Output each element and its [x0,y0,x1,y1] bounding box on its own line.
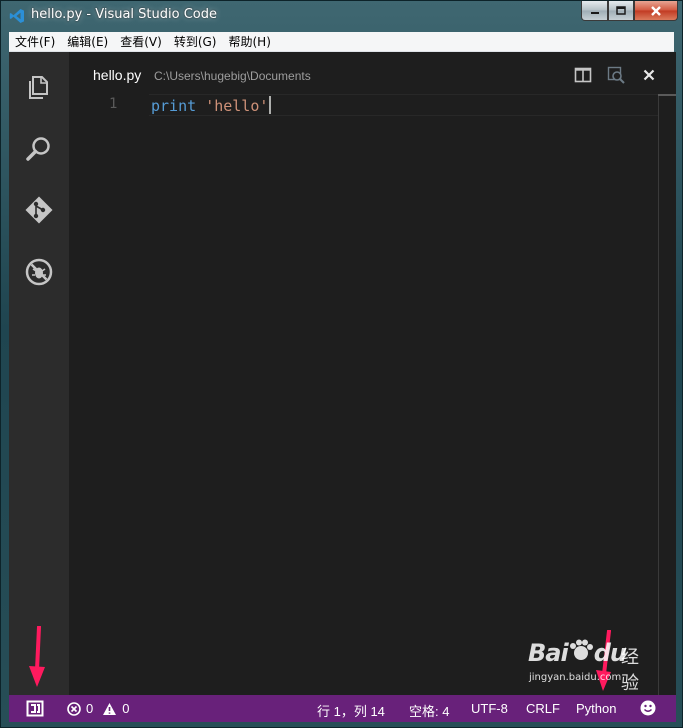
debug-icon[interactable] [24,257,54,287]
cursor-position[interactable]: 行 1，列 14 [317,701,385,720]
menu-goto[interactable]: 转到(G) [168,33,223,50]
git-icon[interactable] [24,195,54,225]
zen-mode-button[interactable] [26,700,44,717]
workbench: hello.py C:\Users\hugebig\Documents 1 pr… [9,52,676,722]
text-cursor [269,96,272,114]
menu-bar: 文件(F) 编辑(E) 查看(V) 转到(G) 帮助(H) [9,32,674,52]
feedback-button[interactable] [640,700,656,716]
file-path-label: C:\Users\hugebig\Documents [154,69,311,83]
menu-view[interactable]: 查看(V) [114,33,168,50]
close-window-button[interactable] [634,1,678,21]
line-ending-setting[interactable]: CRLF [526,701,560,716]
menu-help[interactable]: 帮助(H) [222,33,276,50]
language-mode[interactable]: Python [576,701,616,716]
minimize-icon [590,11,599,14]
caption-buttons [581,1,678,21]
app-window: hello.py - Visual Studio Code 文件(F) 编辑(E… [0,0,683,728]
error-icon [67,701,81,716]
file-name-label[interactable]: hello.py [93,67,141,83]
vscode-logo-icon [9,9,24,23]
error-count: 0 [86,701,94,716]
overview-ruler-marker [658,94,676,96]
status-bar: 0 0 行 1，列 14 空格: 4 UTF-8 CRLF Python [9,695,676,722]
window-title: hello.py - Visual Studio Code [31,7,217,22]
code-string: 'hello' [205,97,269,115]
warning-icon [103,702,117,715]
encoding-setting[interactable]: UTF-8 [471,701,508,716]
split-editor-icon[interactable] [574,66,592,84]
activity-bar [9,52,69,695]
warning-count: 0 [122,701,130,716]
open-changes-icon[interactable] [607,66,625,84]
maximize-button[interactable] [608,1,634,21]
editor-group: hello.py C:\Users\hugebig\Documents 1 pr… [69,52,676,695]
annotation-arrow-right [596,630,611,691]
indentation-setting[interactable]: 空格: 4 [409,701,449,720]
menu-edit[interactable]: 编辑(E) [61,33,114,50]
search-icon[interactable] [24,134,54,164]
code-line[interactable]: print 'hello' [151,96,272,115]
overview-ruler[interactable] [658,94,659,695]
smiley-icon [640,700,656,716]
minimize-button[interactable] [581,1,608,21]
explorer-icon[interactable] [24,72,54,102]
title-bar[interactable]: hello.py - Visual Studio Code [1,1,682,31]
annotation-arrow-left [29,626,45,687]
code-editor[interactable]: 1 print 'hello' [69,94,676,695]
maximize-icon [616,6,626,15]
line-number: 1 [109,96,118,112]
status-toggle-icon [26,700,44,717]
code-keyword: print [151,97,197,115]
close-editor-icon[interactable] [641,67,657,83]
problems-indicator[interactable]: 0 0 [67,701,129,716]
editor-title-bar: hello.py C:\Users\hugebig\Documents [69,52,676,94]
close-icon [651,5,661,16]
menu-file[interactable]: 文件(F) [9,33,61,50]
